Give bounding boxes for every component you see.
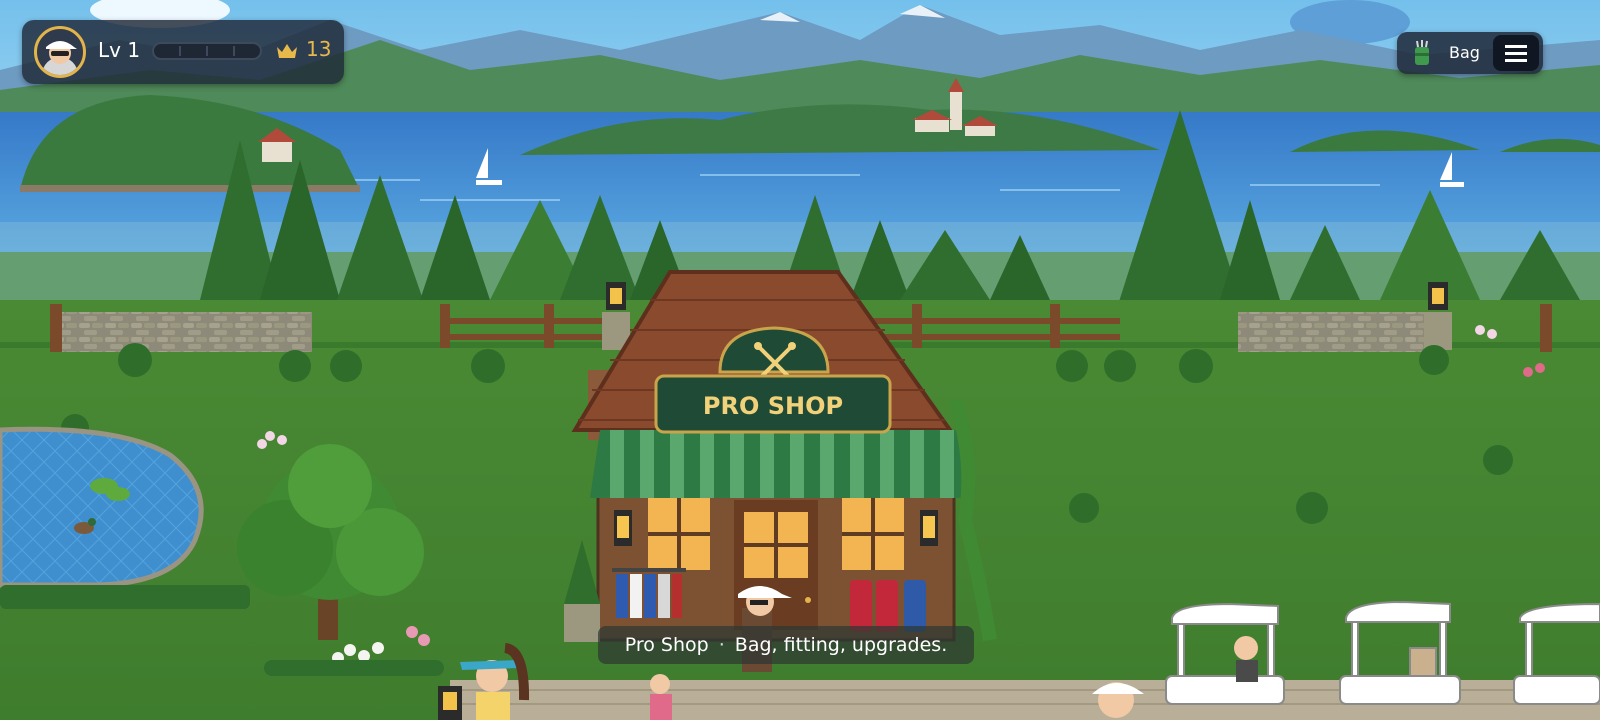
top-right-toolbar: Bag [1397,32,1543,74]
hamburger-menu-icon [1505,52,1527,55]
xp-segment-divider [179,46,181,56]
golf-bag-icon [1415,40,1429,65]
caption-separator: · [718,634,725,656]
coin-count: 13 [306,37,332,61]
shop-awning [590,430,962,498]
golf-bag-display [850,580,926,632]
location-name: Pro Shop [624,634,709,656]
stone-wall [60,312,312,352]
hamburger-menu-icon [1505,59,1527,62]
xp-segment-divider [206,46,208,56]
lamp-post-icon [438,686,462,720]
bag-label: Bag [1449,43,1480,62]
sign-text: PRO SHOP [703,392,843,420]
clothing-rack [612,568,686,618]
location-description: Bag, fitting, upgrades. [734,634,948,656]
child-character [650,674,672,720]
player-level: Lv 1 [98,38,141,62]
hedge [0,585,250,609]
location-caption: Pro Shop · Bag, fitting, upgrades. [598,626,974,664]
game-scene: PRO SHOP [0,0,1600,720]
player-status-panel: Lv 1 13 [22,20,344,84]
bag-button[interactable]: Bag [1397,32,1491,74]
xp-progress-bar [152,42,262,60]
stone-wall [1238,312,1428,352]
lamp-post-icon [1428,282,1448,310]
lamp-post-icon [606,282,626,310]
golfer-avatar-icon[interactable] [34,26,86,78]
xp-segment-divider [233,46,235,56]
hamburger-menu-icon [1505,45,1527,48]
crown-icon [277,44,297,58]
hamburger-menu-button[interactable] [1493,35,1539,71]
